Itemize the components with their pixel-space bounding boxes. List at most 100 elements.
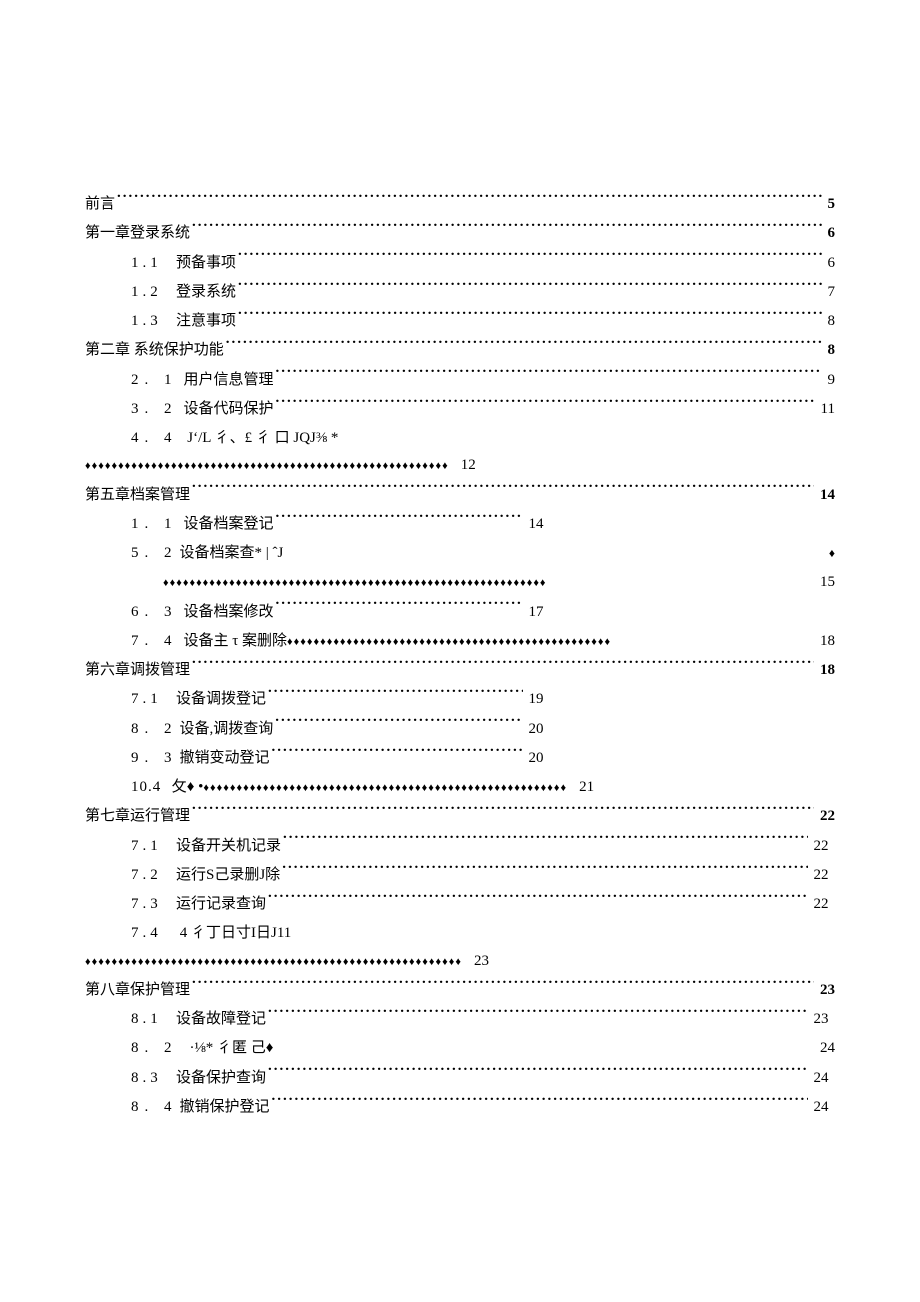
leader-dots xyxy=(238,307,821,325)
toc-page: 22 xyxy=(810,832,829,861)
leader-dots xyxy=(282,861,807,879)
toc-num: 9. 3 xyxy=(131,744,178,773)
toc-entry-4-4: 4. 4 Jʻ/L 彳、£ 彳 口 JQJ⅜ * xyxy=(85,424,835,453)
leader-dots xyxy=(238,278,821,296)
toc-page: 8 xyxy=(824,336,836,365)
toc-num: 2. 1 xyxy=(131,366,178,395)
leader-dots xyxy=(192,802,814,820)
toc-label: 第五章档案管理 xyxy=(85,481,190,510)
toc-page: 9 xyxy=(824,366,836,395)
toc-num: 7.2 xyxy=(131,861,164,890)
toc-page: 17 xyxy=(525,598,544,627)
toc-entry-8-2: 8. 2 设备,调拨查询 20 xyxy=(85,715,544,744)
toc-label: 注意事项 xyxy=(164,307,236,336)
leader-dots xyxy=(276,366,822,384)
leader-dots xyxy=(238,249,821,267)
toc-page: 11 xyxy=(817,395,835,424)
toc-label: 设备档案修改 xyxy=(178,598,274,627)
toc-num: 1.1 xyxy=(131,249,164,278)
toc-label: 撤销保护登记 xyxy=(178,1093,270,1122)
leader-dots xyxy=(192,481,814,499)
toc-page: 22 xyxy=(810,890,829,919)
toc-entry-chapter-1: 第一章登录系统 6 xyxy=(85,219,835,248)
toc-entry-chapter-5: 第五章档案管理 14 xyxy=(85,481,835,510)
toc-entry-6-3: 6. 3 设备档案修改 17 xyxy=(85,598,544,627)
leader-dots xyxy=(268,1064,807,1082)
leader-dots xyxy=(276,510,523,528)
toc-leader-diamonds: ♦♦♦♦♦♦♦♦♦♦♦♦♦♦♦♦♦♦♦♦♦♦♦♦♦♦♦♦♦♦♦♦♦♦♦♦♦♦♦♦… xyxy=(85,947,835,976)
toc-label: 设备代码保护 xyxy=(178,395,274,424)
diamonds: ♦♦♦♦♦♦♦♦♦♦♦♦♦♦♦♦♦♦♦♦♦♦♦♦♦♦♦♦♦♦♦♦♦♦♦♦♦♦♦♦… xyxy=(163,575,547,592)
leader-dots xyxy=(276,598,523,616)
toc-entry-9-3: 9. 3 撤销变动登记 20 xyxy=(85,744,544,773)
toc-label: Jʻ/L 彳、£ 彳 口 JQJ⅜ * xyxy=(181,430,338,446)
toc-num: 4. 4 xyxy=(131,424,178,453)
toc-page: 12 xyxy=(461,457,476,473)
toc-label: ·⅛* 彳匿 己♦ xyxy=(178,1034,274,1063)
toc-num: 8.3 xyxy=(131,1064,164,1093)
toc-num: 1.2 xyxy=(131,278,164,307)
toc-page: 前言 5 第一章登录系统 6 1.1 预备事项 6 1.2 登录系统 7 1.3… xyxy=(0,0,920,1302)
toc-entry-1-1: 1.1 预备事项 6 xyxy=(85,249,835,278)
toc-page: 23 xyxy=(474,953,489,969)
toc-entry-8-2b: 8. 2 ·⅛* 彳匿 己♦ 24 xyxy=(85,1034,835,1063)
toc-page: 8 xyxy=(824,307,836,336)
toc-entry-8-3: 8.3 设备保护查询 24 xyxy=(85,1064,829,1093)
toc-label: 4 彳丁日寸I日J11 xyxy=(168,925,292,941)
toc-num: 7.4 xyxy=(131,919,164,948)
toc-label: 设备主 τ 案删除 xyxy=(178,627,288,656)
toc-num: 7.1 xyxy=(131,685,164,714)
toc-page: 23 xyxy=(816,976,835,1005)
toc-num: 10.4 xyxy=(131,773,164,802)
toc-page: 18 xyxy=(804,627,835,656)
toc-entry-8-4: 8. 4 撤销保护登记 24 xyxy=(85,1093,829,1122)
toc-leader-diamonds: ♦♦♦♦♦♦♦♦♦♦♦♦♦♦♦♦♦♦♦♦♦♦♦♦♦♦♦♦♦♦♦♦♦♦♦♦♦♦♦♦… xyxy=(85,568,835,597)
toc-label: 设备调拨登记 xyxy=(164,685,266,714)
toc-num: 8. 2 xyxy=(131,715,178,744)
leader-dots xyxy=(192,219,821,237)
diamonds: ♦♦♦♦♦♦♦♦♦♦♦♦♦♦♦♦♦♦♦♦♦♦♦♦♦♦♦♦♦♦♦♦♦♦♦♦♦♦♦♦… xyxy=(287,634,804,651)
leader-dots xyxy=(275,715,522,733)
toc-label: 用户信息管理 xyxy=(178,366,274,395)
toc-label: 第七章运行管理 xyxy=(85,802,190,831)
toc-page: 22 xyxy=(810,861,829,890)
toc-entry-chapter-6: 第六章调拨管理 18 xyxy=(85,656,835,685)
toc-num: 7.3 xyxy=(131,890,164,919)
toc-entry-3-2: 3. 2 设备代码保护 11 xyxy=(85,395,835,424)
toc-num: 7. 4 xyxy=(131,627,178,656)
leader-dots xyxy=(272,1093,808,1111)
toc-num: 3. 2 xyxy=(131,395,178,424)
leader-dots xyxy=(268,1005,807,1023)
trail-diamond-icon: ♦ xyxy=(829,542,835,565)
toc-label: 设备,调拨查询 xyxy=(178,715,274,744)
toc-entry-7-2: 7.2 运行S己录删J除 22 xyxy=(85,861,829,890)
diamonds: ♦♦♦♦♦♦♦♦♦♦♦♦♦♦♦♦♦♦♦♦♦♦♦♦♦♦♦♦♦♦♦♦♦♦♦♦♦♦♦♦… xyxy=(203,780,567,797)
diamonds: ♦♦♦♦♦♦♦♦♦♦♦♦♦♦♦♦♦♦♦♦♦♦♦♦♦♦♦♦♦♦♦♦♦♦♦♦♦♦♦♦… xyxy=(85,458,449,475)
toc-entry-8-1: 8.1 设备故障登记 23 xyxy=(85,1005,829,1034)
toc-page: 15 xyxy=(816,568,835,597)
toc-num: 5. 2 xyxy=(131,539,178,568)
toc-num: 1. 1 xyxy=(131,510,178,539)
toc-page: 20 xyxy=(525,715,544,744)
toc-num: 8.1 xyxy=(131,1005,164,1034)
leader-dots xyxy=(268,685,522,703)
leader-dots xyxy=(268,890,807,908)
toc-entry-chapter-8: 第八章保护管理 23 xyxy=(85,976,835,1005)
toc-label: 第一章登录系统 xyxy=(85,219,190,248)
toc-entry-7-4: 7. 4 设备主 τ 案删除 ♦♦♦♦♦♦♦♦♦♦♦♦♦♦♦♦♦♦♦♦♦♦♦♦♦… xyxy=(85,627,835,656)
toc-label: 前言 xyxy=(85,190,115,219)
toc-page: 7 xyxy=(824,278,836,307)
toc-label: 设备档案登记 xyxy=(178,510,274,539)
toc-label: 撤销变动登记 xyxy=(178,744,270,773)
toc-num: 6. 3 xyxy=(131,598,178,627)
toc-page: 21 xyxy=(579,779,594,795)
toc-page: 18 xyxy=(816,656,835,685)
toc-leader-diamonds: ♦♦♦♦♦♦♦♦♦♦♦♦♦♦♦♦♦♦♦♦♦♦♦♦♦♦♦♦♦♦♦♦♦♦♦♦♦♦♦♦… xyxy=(85,451,835,480)
toc-label: 第八章保护管理 xyxy=(85,976,190,1005)
toc-page: 20 xyxy=(525,744,544,773)
toc-page: 23 xyxy=(810,1005,829,1034)
toc-label: 攵♦ • xyxy=(168,779,204,795)
leader-dots xyxy=(283,832,807,850)
toc-page: 14 xyxy=(525,510,544,539)
toc-page: 22 xyxy=(816,802,835,831)
